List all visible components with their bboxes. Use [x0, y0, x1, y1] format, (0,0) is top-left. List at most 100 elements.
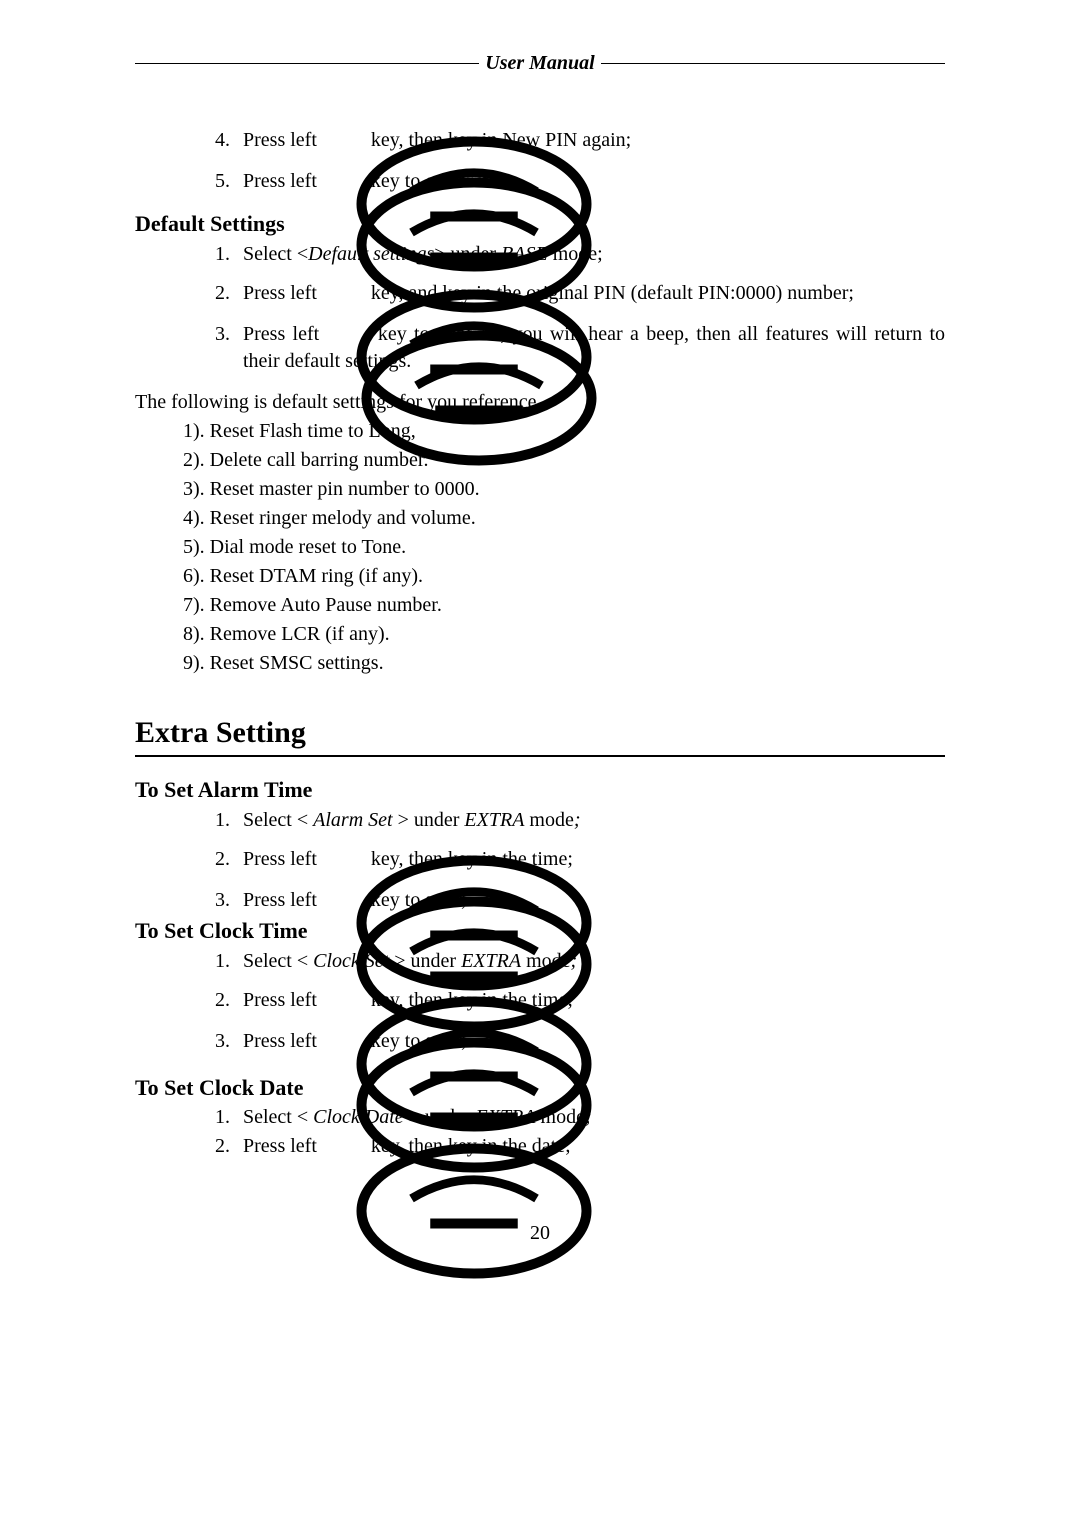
step-number: 1. [215, 241, 243, 268]
step-number: 3. [215, 321, 243, 348]
term: ; [574, 809, 581, 831]
term: Clock Date [313, 1106, 404, 1128]
step-body: Press left key, then key in New PIN agai… [243, 127, 945, 154]
list-item: 1. Select < Alarm Set > under EXTRA mode… [215, 807, 945, 834]
text: > under [434, 243, 501, 265]
default-settings-steps: 1. Select <Default settings> under BASE … [135, 241, 945, 375]
defaults-intro: The following is default settings for yo… [135, 389, 945, 416]
step-number: 3. [215, 887, 243, 914]
term: ; [585, 1106, 592, 1128]
list-item: 8). Remove LCR (if any). [183, 621, 945, 648]
term: EXTRA [476, 1106, 536, 1128]
text: Select < [243, 1106, 313, 1128]
softkey-icon [324, 282, 364, 306]
softkey-icon [324, 989, 364, 1013]
softkey-icon [324, 889, 364, 913]
text: Press left [243, 323, 327, 345]
term: EXTRA [464, 809, 524, 831]
step-number: 2. [215, 987, 243, 1014]
alarm-steps: 1. Select < Alarm Set > under EXTRA mode… [135, 807, 945, 914]
softkey-icon [324, 1136, 364, 1160]
softkey-icon [324, 170, 364, 194]
step-number: 1. [215, 948, 243, 975]
text: key, and key in the original PIN (defaul… [371, 282, 854, 304]
list-item: 2. Press left key, and key in the origin… [215, 280, 945, 307]
step-body: Select < Alarm Set > under EXTRA mode; [243, 807, 945, 834]
step-body: Select < Clock Date > under EXTRA mode; [243, 1104, 945, 1131]
step-body: Select < Clock Set > under EXTRA mode; [243, 948, 945, 975]
text: key, then key in the time; [371, 989, 573, 1011]
text: Press left [243, 889, 322, 911]
text: key to save; [371, 889, 467, 911]
text: Press left [243, 989, 322, 1011]
list-item: 2. Press left key, then key in the date; [215, 1133, 945, 1160]
step-number: 4. [215, 127, 243, 154]
step-body: Press left key, then key in the time; [243, 846, 945, 873]
softkey-icon [324, 1030, 364, 1054]
step-body: Press left key to confirm. [243, 168, 945, 195]
softkey-icon [324, 848, 364, 872]
list-item: 2. Press left key, then key in the time; [215, 987, 945, 1014]
chapter-rule [135, 755, 945, 757]
header-rule-right [601, 63, 945, 64]
term: EXTRA [461, 950, 521, 972]
list-item: 1. Select <Default settings> under BASE … [215, 241, 945, 268]
text: Press left [243, 1030, 322, 1052]
text: key, then key in New PIN again; [371, 129, 631, 151]
text: > under [389, 950, 461, 972]
text: Press left [243, 1135, 322, 1157]
list-item: 5). Dial mode reset to Tone. [183, 534, 945, 561]
list-item: 3. Press left key to confirm, you will h… [215, 321, 945, 375]
page-number: 20 [135, 1220, 945, 1247]
text: > under [404, 1106, 476, 1128]
list-item: 3). Reset master pin number to 0000. [183, 476, 945, 503]
list-item: 9). Reset SMSC settings. [183, 650, 945, 677]
alarm-heading: To Set Alarm Time [135, 775, 945, 805]
list-item: 6). Reset DTAM ring (if any). [183, 563, 945, 590]
step-number: 2. [215, 846, 243, 873]
term: Default settings [308, 243, 434, 265]
step-body: Press left key, and key in the original … [243, 280, 945, 307]
text: Press left [243, 848, 322, 870]
text: key, then key in the time; [371, 848, 573, 870]
clock-time-steps: 1. Select < Clock Set > under EXTRA mode… [135, 948, 945, 1055]
text: mode [536, 1106, 585, 1128]
list-item: 3. Press left key to save; [215, 1028, 945, 1055]
header-title: User Manual [479, 50, 600, 77]
step-number: 2. [215, 1133, 243, 1160]
page-header: User Manual [135, 50, 945, 77]
step-body: Press left key to confirm, you will hear… [243, 321, 945, 375]
text: Select < [243, 809, 313, 831]
text: > under [393, 809, 465, 831]
list-item: 5. Press left key to confirm. [215, 168, 945, 195]
softkey-icon [329, 323, 369, 347]
extra-setting-heading: Extra Setting [135, 713, 945, 754]
step-body: Press left key, then key in the date; [243, 1133, 945, 1160]
text: Select < [243, 243, 308, 265]
term: BASE [501, 243, 548, 265]
text: mode [521, 950, 570, 972]
list-item: 1. Select < Clock Set > under EXTRA mode… [215, 948, 945, 975]
text: mode [524, 809, 573, 831]
text: Press left [243, 170, 322, 192]
step-number: 5. [215, 168, 243, 195]
list-item: 1. Select < Clock Date > under EXTRA mod… [215, 1104, 945, 1131]
step-number: 3. [215, 1028, 243, 1055]
text: Select < [243, 950, 313, 972]
list-item: 4). Reset ringer melody and volume. [183, 505, 945, 532]
term: Clock Set [313, 950, 389, 972]
step-body: Press left key to save; [243, 1028, 945, 1055]
step-number: 1. [215, 1104, 243, 1131]
list-item: 3. Press left key to save; [215, 887, 945, 914]
header-rule-left [135, 63, 479, 64]
list-item: 2. Press left key, then key in the time; [215, 846, 945, 873]
list-item: 7). Remove Auto Pause number. [183, 592, 945, 619]
term: ; [571, 950, 578, 972]
text: Press left [243, 282, 322, 304]
pin-steps-continued: 4. Press left key, then key in New PIN a… [135, 127, 945, 195]
list-item: 4. Press left key, then key in New PIN a… [215, 127, 945, 154]
step-body: Select <Default settings> under BASE mod… [243, 241, 945, 268]
step-number: 2. [215, 280, 243, 307]
text: key, then key in the date; [371, 1135, 571, 1157]
text: Press left [243, 129, 322, 151]
